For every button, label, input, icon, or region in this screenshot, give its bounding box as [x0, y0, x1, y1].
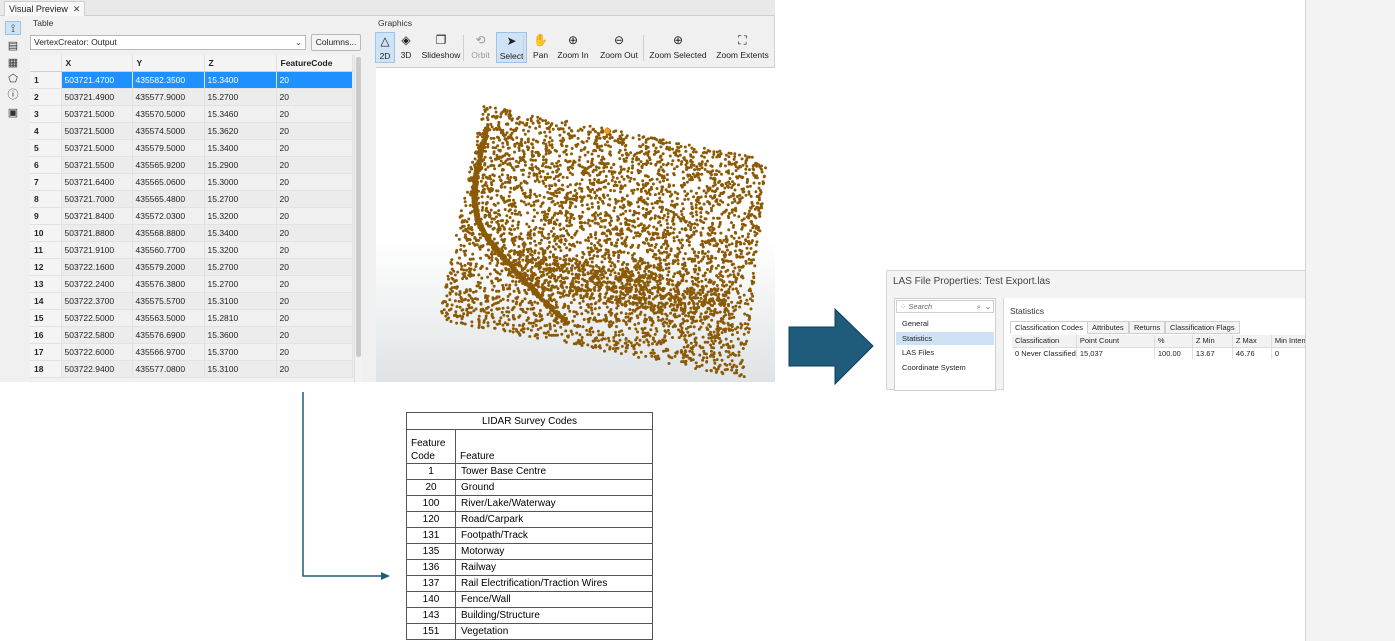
feature-code: 100: [406, 495, 456, 512]
codes-caption: LIDAR Survey Codes: [405, 412, 654, 430]
chevron-down-icon[interactable]: ⌄: [985, 301, 991, 312]
feature-code: 137: [406, 575, 456, 592]
nav-item[interactable]: Statistics: [896, 331, 994, 345]
feature-name: Road/Carpark: [454, 511, 654, 528]
table-row: 100 River/Lake/Waterway: [406, 495, 654, 512]
feature-name: Tower Base Centre: [454, 463, 654, 480]
feature-code: 120: [406, 511, 456, 528]
table-row: 135 Motorway: [406, 543, 654, 560]
nav-item[interactable]: General: [896, 317, 994, 330]
column-header[interactable]: Classification: [1012, 335, 1077, 348]
table-row: 131 Footpath/Track: [406, 527, 654, 544]
feature-code: 140: [406, 591, 456, 608]
feature-code: 135: [406, 543, 456, 560]
table-row: 136 Railway: [406, 559, 654, 576]
table-cell: 46.76: [1232, 347, 1272, 359]
search-placeholder: Search: [908, 302, 933, 311]
feature-name: Building/Structure: [454, 607, 654, 624]
lidar-codes-table: LIDAR Survey Codes Feature Code Feature …: [405, 412, 654, 640]
tab-classification-flags[interactable]: Classification Flags: [1165, 321, 1240, 334]
window-title: LAS File Properties: Test Export.las: [893, 276, 1051, 287]
feature-code: 20: [406, 479, 456, 496]
tab-attributes[interactable]: Attributes: [1087, 321, 1129, 334]
table-row: 120 Road/Carpark: [406, 511, 654, 528]
search-icon[interactable]: ⌕: [977, 301, 981, 312]
table-cell: 15,037: [1076, 347, 1155, 359]
table-row: 20 Ground: [406, 479, 654, 496]
feature-code: 131: [406, 527, 456, 544]
feature-name: Motorway: [454, 543, 654, 560]
tab-returns[interactable]: Returns: [1129, 321, 1166, 334]
feature-name: Rail Electrification/Traction Wires: [454, 575, 654, 592]
big-arrow: [788, 307, 874, 386]
nav-item[interactable]: LAS Files: [896, 346, 994, 359]
feature-code: 143: [406, 607, 456, 624]
table-cell: 0 Never Classified: [1012, 347, 1077, 359]
link-line: [302, 392, 388, 577]
background-panel: [1305, 0, 1395, 641]
table-row: 143 Building/Structure: [406, 607, 654, 624]
column-header[interactable]: Z Min: [1192, 335, 1233, 348]
column-header[interactable]: Z Max: [1232, 335, 1272, 348]
table-row: 1 Tower Base Centre: [406, 463, 654, 480]
table-cell: 100.00: [1154, 347, 1193, 359]
table-row: 151 Vegetation: [406, 623, 654, 640]
feature-name: River/Lake/Waterway: [454, 495, 654, 512]
header-feature: Feature: [454, 429, 654, 464]
section-label: Statistics: [1010, 306, 1045, 316]
nav-item[interactable]: Coordinate System: [896, 361, 994, 374]
column-header[interactable]: Point Count: [1076, 335, 1155, 348]
search-input[interactable]: ⁘ Search ⌕ ⌄: [896, 300, 994, 313]
feature-name: Footpath/Track: [454, 527, 654, 544]
feature-name: Fence/Wall: [454, 591, 654, 608]
feature-code: 1: [406, 463, 456, 480]
link-arrowhead: [381, 572, 390, 580]
table-row: 140 Fence/Wall: [406, 591, 654, 608]
feature-name: Vegetation: [454, 623, 654, 640]
table-row: 137 Rail Electrification/Traction Wires: [406, 575, 654, 592]
search-prefix-icon: ⁘: [900, 302, 907, 311]
feature-code: 151: [406, 623, 456, 640]
feature-name: Railway: [454, 559, 654, 576]
column-header[interactable]: %: [1154, 335, 1193, 348]
feature-name: Ground: [454, 479, 654, 496]
table-cell: 13.67: [1192, 347, 1233, 359]
properties-nav: ⁘ Search ⌕ ⌄ General Statistics LAS Files C…: [894, 298, 996, 391]
feature-code: 136: [406, 559, 456, 576]
header-feature-code: Feature Code: [406, 429, 456, 464]
tab-classification-codes[interactable]: Classification Codes: [1010, 321, 1088, 334]
